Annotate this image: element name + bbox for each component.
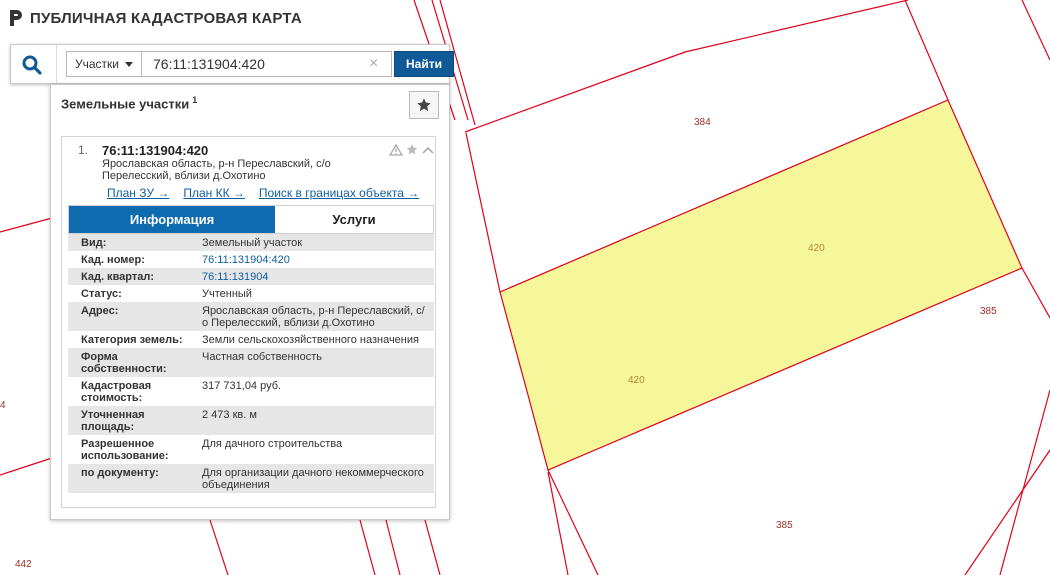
row-label: Категория земель: [81,334,183,346]
caret-down-icon [125,61,133,67]
clear-icon[interactable]: × [369,56,378,72]
row-label: Уточненная площадь: [81,409,145,433]
row-value: Ярославская область, р-н Переславский, с… [202,305,425,329]
row-label: по документу: [81,467,159,479]
results-panel: Земельные участки 1 1. 76:11:131904:420 Я… [50,84,450,520]
result-cad-number[interactable]: 76:11:131904:420 [102,143,208,158]
row-label: Разрешенное использование: [81,438,169,462]
row-label: Статус: [81,288,122,300]
result-card: 1. 76:11:131904:420 Ярославская область,… [61,136,436,508]
tab-services[interactable]: Услуги [275,206,433,233]
row-label: Форма собственности: [81,351,167,375]
plan-zu-link[interactable]: План ЗУ → [107,186,169,200]
parcel-label-384: 384 [694,117,711,128]
favorites-button[interactable] [409,91,439,119]
result-count: 1 [192,95,198,105]
row-value: Земельный участок [202,237,303,249]
table-row: Кадастровая стоимость: 317 731,04 руб. [68,377,434,406]
star-icon [417,98,431,112]
search-in-bounds-link[interactable]: Поиск в границах объекта → [259,186,419,200]
search-icon[interactable] [21,54,43,76]
search-query: 76:11:131904:420 [153,56,265,72]
row-value: Частная собственность [202,351,323,363]
row-label: Кадастровая стоимость: [81,380,152,404]
table-row: Адрес: Ярославская область, р-н Переслав… [68,302,434,331]
table-row: по документу: Для организации дачного не… [68,464,434,493]
row-label: Вид: [81,237,107,249]
app-header: ПУБЛИЧНАЯ КАДАСТРОВАЯ КАРТА [8,8,302,28]
table-row: Статус: Учтенный [68,285,434,302]
parcel-label-385-bottom: 385 [776,520,793,531]
card-actions [389,143,435,156]
table-row: Кад. квартал: 76:11:131904 [68,268,434,285]
pkk-logo-icon [10,10,22,26]
parcel-label-385-right: 385 [980,306,997,317]
star-icon[interactable] [405,143,419,156]
table-row: Категория земель: Земли сельскохозяйстве… [68,331,434,348]
search-input[interactable]: 76:11:131904:420 [142,51,392,77]
row-value: Земли сельскохозяйственного назначения [202,334,419,346]
search-bar: Участки 76:11:131904:420 × Найти [10,44,454,84]
row-value: 2 473 кв. м [202,409,257,421]
search-type-label: Участки [75,57,119,71]
row-label: Кад. номер: [81,254,145,266]
row-value: Для дачного строительства [202,438,343,450]
cad-quarter-link[interactable]: 76:11:131904 [188,271,434,283]
parcel-label-4: 4 [0,400,6,411]
tab-information[interactable]: Информация [69,206,275,233]
table-row: Уточненная площадь: 2 473 кв. м [68,406,434,435]
info-tabs: Информация Услуги [68,205,434,234]
parcel-label-420-lower: 420 [628,375,645,386]
search-divider [56,45,57,83]
panel-title: Земельные участки 1 [61,95,197,111]
parcel-label-442: 442 [15,559,32,570]
info-table: Вид: Земельный участок Кад. номер: 76:11… [68,234,434,493]
result-number: 1. [78,143,89,157]
parcel-label-420-center: 420 [808,243,825,254]
row-label: Адрес: [81,305,119,317]
result-address: Ярославская область, р-н Переславский, с… [102,158,352,182]
chevron-up-icon[interactable] [421,145,435,155]
table-row: Форма собственности: Частная собственнос… [68,348,434,377]
find-button[interactable]: Найти [394,51,454,77]
row-value: 317 731,04 руб. [202,380,282,392]
warning-icon[interactable] [389,143,403,156]
panel-title-text: Земельные участки [61,96,190,112]
result-links: План ЗУ → План КК → Поиск в границах объ… [107,186,419,200]
row-value: Для организации дачного некоммерческого … [202,467,424,491]
search-type-select[interactable]: Участки [66,51,142,77]
address-line: Ярославская область, р-н Переславский, с… [102,158,331,170]
table-row: Разрешенное использование: Для дачного с… [68,435,434,464]
app-title: ПУБЛИЧНАЯ КАДАСТРОВАЯ КАРТА [30,9,302,27]
row-value: Учтенный [202,288,252,300]
plan-kk-link[interactable]: План КК → [183,186,245,200]
cad-number-link[interactable]: 76:11:131904:420 [188,254,434,266]
table-row: Вид: Земельный участок [68,234,434,251]
address-line: Перелесский, вблизи д.Охотино [102,170,266,182]
row-label: Кад. квартал: [81,271,155,283]
table-row: Кад. номер: 76:11:131904:420 [68,251,434,268]
